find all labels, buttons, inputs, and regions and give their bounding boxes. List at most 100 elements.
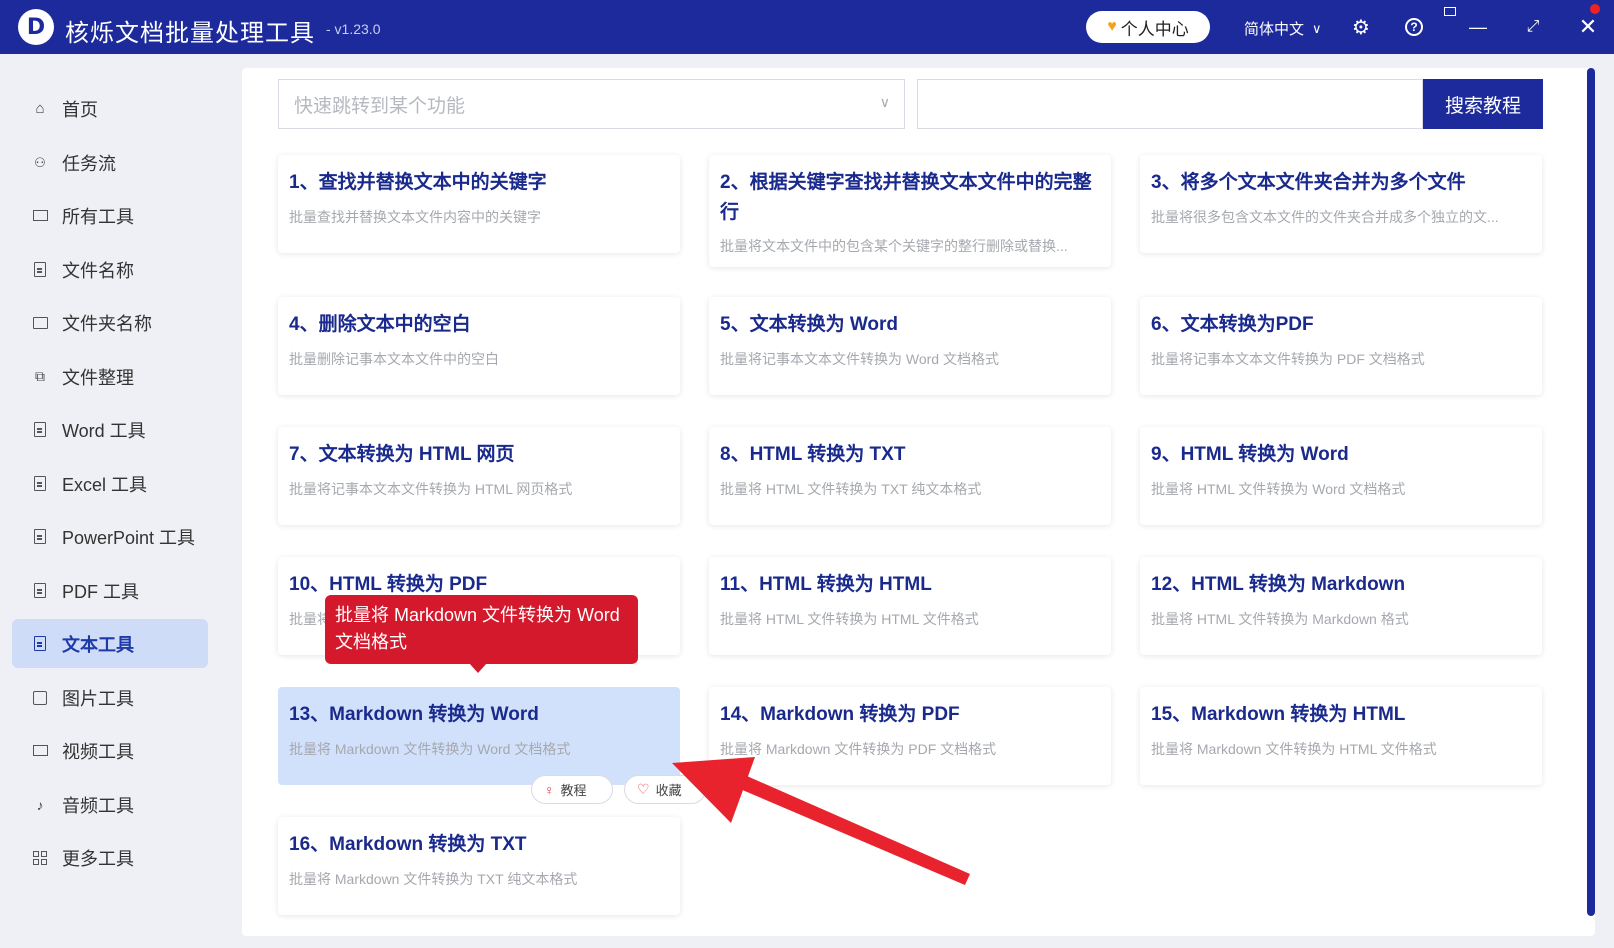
sidebar-item-text[interactable]: 文本工具	[12, 619, 208, 668]
user-center-button[interactable]: ♥ 个人中心	[1086, 11, 1210, 43]
sidebar-item-all-tools[interactable]: 所有工具	[12, 191, 208, 240]
tool-card[interactable]: 1、查找并替换文本中的关键字 批量查找并替换文本文件内容中的关键字	[278, 155, 680, 253]
favorite-label: 收藏	[655, 783, 682, 798]
tool-card-desc: 批量将 HTML 文件转换为 HTML 文件格式	[720, 611, 979, 627]
scrollbar[interactable]	[1587, 68, 1595, 916]
tool-card-selected[interactable]: 13、Markdown 转换为 Word 批量将 Markdown 文件转换为 …	[278, 687, 680, 785]
sidebar-item-pdf[interactable]: PDF 工具	[12, 566, 208, 615]
tool-card-title: 6、文本转换为PDF	[1151, 314, 1314, 335]
sidebar-item-folder-name[interactable]: 文件夹名称	[12, 298, 208, 347]
tool-card-desc: 批量将很多包含文本文件的文件夹合并成多个独立的文...	[1151, 209, 1499, 225]
sidebar-item-video[interactable]: 视频工具	[12, 726, 208, 775]
diamond-icon: ♥	[1107, 18, 1117, 35]
organize-icon: ⧉	[35, 368, 45, 384]
sidebar-item-image[interactable]: 图片工具	[12, 673, 208, 722]
app-title: 核烁文档批量处理工具	[65, 20, 315, 47]
sidebar-item-powerpoint[interactable]: PowerPoint 工具	[12, 512, 208, 561]
tutorial-search-input[interactable]	[917, 79, 1423, 129]
tool-card-desc: 批量将记事本文本文件转换为 HTML 网页格式	[289, 481, 573, 497]
tool-card[interactable]: 8、HTML 转换为 TXT 批量将 HTML 文件转换为 TXT 纯文本格式	[709, 427, 1111, 525]
tool-card-desc: 批量将 Markdown 文件转换为 PDF 文档格式	[720, 741, 997, 757]
folder-icon	[32, 315, 48, 331]
video-icon	[32, 743, 48, 759]
feedback-icon[interactable]	[1444, 7, 1456, 16]
sidebar-item-label: 图片工具	[62, 688, 134, 709]
quick-jump-select[interactable]: 快速跳转到某个功能 ∨	[278, 79, 905, 129]
user-center-label: 个人中心	[1120, 19, 1189, 39]
tool-card[interactable]: 14、Markdown 转换为 PDF 批量将 Markdown 文件转换为 P…	[709, 687, 1111, 785]
heart-icon: ♡	[637, 781, 650, 797]
tool-card[interactable]: 5、文本转换为 Word 批量将记事本文本文件转换为 Word 文档格式	[709, 297, 1111, 395]
tool-card[interactable]: 16、Markdown 转换为 TXT 批量将 Markdown 文件转换为 T…	[278, 817, 680, 915]
language-select[interactable]: 简体中文 ∨	[1244, 18, 1322, 39]
tool-card-title: 12、HTML 转换为 Markdown	[1151, 574, 1406, 595]
sidebar-item-label: 文件夹名称	[62, 313, 152, 334]
sidebar-item-label: PowerPoint 工具	[62, 527, 196, 548]
tool-card-desc: 批量删除记事本文本文件中的空白	[289, 351, 499, 367]
sidebar-item-label: 文件名称	[62, 260, 134, 281]
tool-card-title: 9、HTML 转换为 Word	[1151, 444, 1349, 465]
language-label: 简体中文	[1244, 21, 1305, 38]
tool-card[interactable]: 7、文本转换为 HTML 网页 批量将记事本文本文件转换为 HTML 网页格式	[278, 427, 680, 525]
sidebar-item-label: 视频工具	[62, 741, 134, 762]
minimize-icon[interactable]: —	[1465, 14, 1491, 40]
favorite-button[interactable]: ♡ 收藏	[624, 775, 706, 804]
sidebar-item-excel[interactable]: Excel 工具	[12, 459, 208, 508]
tool-card-title: 5、文本转换为 Word	[720, 314, 899, 335]
tool-card[interactable]: 9、HTML 转换为 Word 批量将 HTML 文件转换为 Word 文档格式	[1140, 427, 1542, 525]
file-copy-icon	[32, 262, 48, 278]
sidebar-item-label: 音频工具	[62, 795, 134, 816]
tutorial-label: 教程	[560, 783, 587, 798]
tool-card-title: 3、将多个文本文件夹合并为多个文件	[1151, 172, 1466, 193]
chevron-down-icon: ∨	[1312, 20, 1322, 36]
sidebar-item-file-name[interactable]: 文件名称	[12, 245, 208, 294]
tool-card-desc: 批量将 HTML 文件转换为 Word 文档格式	[1151, 481, 1406, 497]
sidebar-item-more[interactable]: 更多工具	[12, 833, 208, 882]
tooltip: 批量将 Markdown 文件转换为 Word 文档格式	[325, 595, 638, 673]
sidebar-item-home[interactable]: ⌂ 首页	[12, 84, 208, 133]
tool-card-title: 16、Markdown 转换为 TXT	[289, 834, 527, 855]
tool-card-desc: 批量将 HTML 文件转换为 Markdown 格式	[1151, 611, 1409, 627]
image-icon	[32, 690, 48, 706]
text-file-icon	[32, 636, 48, 652]
tool-card[interactable]: 12、HTML 转换为 Markdown 批量将 HTML 文件转换为 Mark…	[1140, 557, 1542, 655]
help-icon[interactable]: ?	[1405, 18, 1423, 36]
tool-card-title: 8、HTML 转换为 TXT	[720, 444, 906, 465]
sidebar-item-label: 文本工具	[62, 634, 134, 655]
tool-card-title: 4、删除文本中的空白	[289, 314, 471, 335]
tool-card-title: 11、HTML 转换为 HTML	[720, 574, 932, 595]
logo-letter: D	[26, 14, 46, 40]
app-version: - v1.23.0	[326, 21, 381, 37]
sidebar-item-label: Word 工具	[62, 420, 146, 441]
tool-card[interactable]: 3、将多个文本文件夹合并为多个文件 批量将很多包含文本文件的文件夹合并成多个独立…	[1140, 155, 1542, 253]
maximize-icon[interactable]: ⤢	[1520, 14, 1546, 40]
tutorial-button[interactable]: ♀ 教程	[531, 775, 613, 804]
sidebar-item-audio[interactable]: ♪ 音频工具	[12, 780, 208, 829]
tool-card[interactable]: 2、根据关键字查找并替换文本文件中的完整行 批量将文本文件中的包含某个关键字的整…	[709, 155, 1111, 267]
tool-card[interactable]: 4、删除文本中的空白 批量删除记事本文本文件中的空白	[278, 297, 680, 395]
sidebar-item-file-organize[interactable]: ⧉ 文件整理	[12, 352, 208, 401]
chevron-down-icon: ∨	[879, 94, 890, 110]
tool-card[interactable]: 6、文本转换为PDF 批量将记事本文本文件转换为 PDF 文档格式	[1140, 297, 1542, 395]
tool-card-title: 7、文本转换为 HTML 网页	[289, 444, 515, 465]
sidebar-item-workflow[interactable]: ⚇ 任务流	[12, 138, 208, 187]
close-icon[interactable]: ✕	[1575, 14, 1601, 40]
search-tutorial-button[interactable]: 搜索教程	[1423, 79, 1543, 129]
sidebar: ⌂ 首页 ⚇ 任务流 所有工具 文件名称 文件夹名称 ⧉ 文件整理 Word 工…	[0, 54, 222, 948]
tool-card-title: 13、Markdown 转换为 Word	[289, 704, 539, 725]
ppt-file-icon	[32, 529, 48, 545]
sidebar-item-label: 文件整理	[62, 367, 134, 388]
gear-icon[interactable]: ⚙	[1348, 14, 1374, 40]
tool-card-desc: 批量将 Markdown 文件转换为 TXT 纯文本格式	[289, 871, 578, 887]
tool-card-desc: 批量查找并替换文本文件内容中的关键字	[289, 209, 541, 225]
tool-card[interactable]: 11、HTML 转换为 HTML 批量将 HTML 文件转换为 HTML 文件格…	[709, 557, 1111, 655]
title-bar: D 核烁文档批量处理工具 - v1.23.0 ♥ 个人中心 简体中文 ∨ ⚙ ?…	[0, 0, 1614, 54]
tool-card-desc: 批量将 Markdown 文件转换为 Word 文档格式	[289, 741, 571, 757]
app-logo: D	[18, 9, 54, 45]
monitor-icon	[32, 208, 48, 224]
excel-file-icon	[32, 476, 48, 492]
lightbulb-icon: ♀	[544, 781, 555, 798]
sidebar-item-label: 首页	[62, 99, 98, 120]
sidebar-item-word[interactable]: Word 工具	[12, 405, 208, 454]
tool-card[interactable]: 15、Markdown 转换为 HTML 批量将 Markdown 文件转换为 …	[1140, 687, 1542, 785]
